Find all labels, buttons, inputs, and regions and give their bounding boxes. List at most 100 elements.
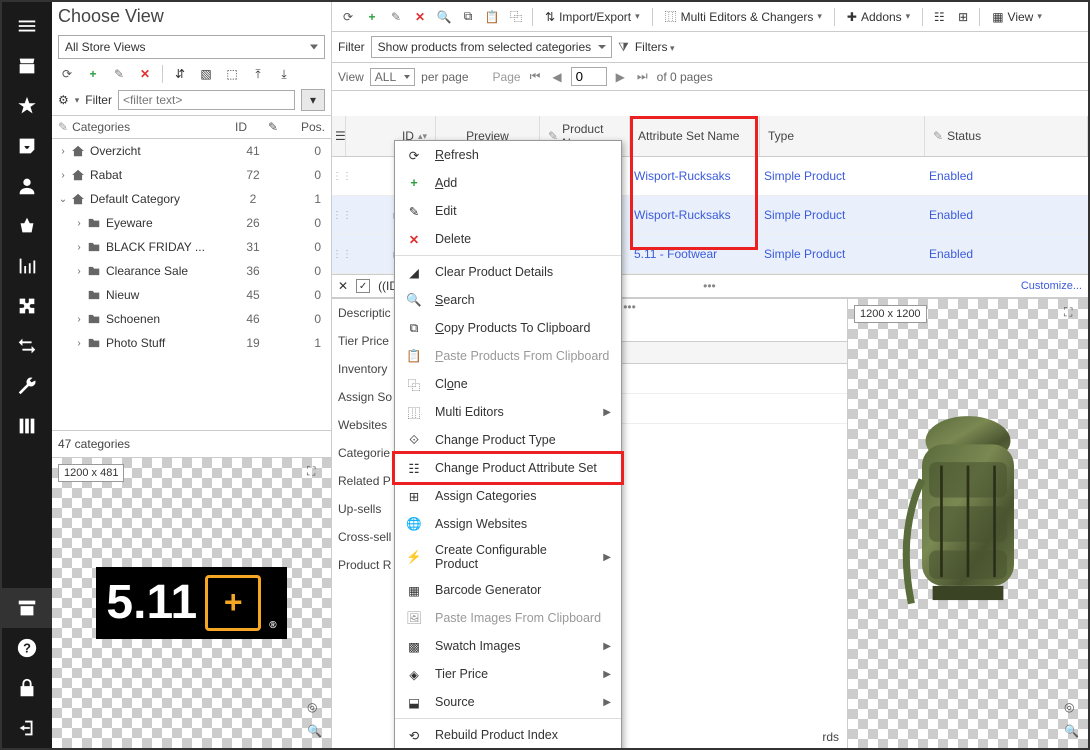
expand-icon[interactable]: ⛶ (307, 464, 325, 482)
menu-item-copy-products-to-clipboard[interactable]: ⧉Copy Products To Clipboard (395, 314, 621, 342)
caret-icon[interactable]: ▾ (75, 95, 80, 106)
select-all-column[interactable]: ☰ (332, 116, 346, 156)
next-page-icon[interactable]: ▶ (613, 70, 628, 84)
menu-item-swatch-images[interactable]: ▩Swatch Images▶ (395, 632, 621, 660)
edit-icon[interactable]: ✎ (386, 7, 406, 27)
drag-handle-icon[interactable]: ⋮⋮ (332, 210, 342, 221)
filter-input[interactable] (118, 90, 295, 110)
funnel-icon[interactable]: ⧩ (618, 40, 629, 55)
expander-icon[interactable]: › (72, 338, 86, 349)
import-export-button[interactable]: ⇅Import/Export▾ (539, 8, 646, 26)
category-row[interactable]: ›Schoenen460 (52, 307, 331, 331)
customize-link[interactable]: Customize... (1021, 280, 1082, 292)
multi-editors-button[interactable]: ⿲Multi Editors & Changers▾ (659, 6, 828, 27)
puzzle-icon[interactable] (2, 286, 52, 326)
expander-icon[interactable]: › (56, 146, 70, 157)
target-icon[interactable]: ◎ (1064, 700, 1082, 718)
view-all-select[interactable]: ALL (370, 68, 415, 86)
close-icon[interactable]: ✕ (338, 279, 348, 293)
menu-item-barcode-generator[interactable]: ▦Barcode Generator (395, 576, 621, 604)
filter-combo[interactable]: Show products from selected categories (371, 36, 612, 58)
expander-icon[interactable]: › (56, 170, 70, 181)
page-input[interactable] (571, 67, 607, 86)
menu-item-assign-websites[interactable]: 🌐Assign Websites (395, 510, 621, 538)
logout-icon[interactable] (2, 708, 52, 748)
menu-item-tier-price[interactable]: ◈Tier Price▶ (395, 660, 621, 688)
menu-item-multi-editors[interactable]: ⿲Multi Editors▶ (395, 398, 621, 426)
menu-item-clone[interactable]: ⿻Clone (395, 370, 621, 398)
status-header[interactable]: Status (947, 129, 981, 143)
category-row[interactable]: ›Rabat720 (52, 163, 331, 187)
delete-icon[interactable]: ✕ (136, 65, 154, 83)
target-icon[interactable]: ◎ (307, 700, 325, 718)
expander-icon[interactable]: ⌄ (56, 194, 70, 205)
type-header[interactable]: Type (768, 129, 794, 143)
inbox-icon[interactable] (2, 126, 52, 166)
lock-icon[interactable] (2, 668, 52, 708)
tool3-icon[interactable]: ⬚ (223, 65, 241, 83)
menu-item-create-configurable-product[interactable]: ⚡Create Configurable Product▶ (395, 538, 621, 576)
add-icon[interactable]: + (362, 7, 382, 27)
transfer-icon[interactable] (2, 326, 52, 366)
store-icon[interactable] (2, 46, 52, 86)
category-tree[interactable]: ›Overzicht410›Rabat720⌄Default Category2… (52, 139, 331, 430)
clone-icon[interactable]: ⿻ (506, 7, 526, 27)
delete-icon[interactable]: ✕ (410, 7, 430, 27)
extra2-icon[interactable]: ⊞ (953, 7, 973, 27)
first-page-icon[interactable]: ⏮ (527, 69, 544, 84)
zoom-icon[interactable]: 🔍 (307, 724, 325, 742)
prev-page-icon[interactable]: ◀ (549, 70, 564, 84)
help-icon[interactable]: ? (2, 628, 52, 668)
addons-button[interactable]: ✚Addons▾ (841, 8, 916, 26)
attr-header[interactable]: Attribute Set Name (638, 129, 739, 143)
menu-item-search[interactable]: 🔍Search (395, 286, 621, 314)
category-row[interactable]: Nieuw450 (52, 283, 331, 307)
filters-button[interactable]: Filters ▾ (635, 40, 675, 54)
category-row[interactable]: ⌄Default Category21 (52, 187, 331, 211)
menu-item-refresh[interactable]: ⟳Refresh (395, 141, 621, 169)
last-page-icon[interactable]: ⏭ (634, 69, 651, 84)
tool1-icon[interactable]: ⇵ (171, 65, 189, 83)
menu-item-source[interactable]: ⬓Source▶ (395, 688, 621, 716)
funnel-icon[interactable]: ▾ (301, 89, 325, 111)
category-row[interactable]: ›Eyeware260 (52, 211, 331, 235)
menu-item-rebuild-product-index[interactable]: ⟲Rebuild Product Index (395, 721, 621, 748)
expand-icon[interactable]: ⛶ (1064, 305, 1082, 323)
drag-handle-icon[interactable]: ⋮⋮ (332, 171, 342, 182)
menu-icon[interactable] (2, 6, 52, 46)
zoom-icon[interactable]: 🔍 (1064, 724, 1082, 742)
refresh-icon[interactable]: ⟳ (338, 7, 358, 27)
menu-item-change-product-type[interactable]: ⟐Change Product Type (395, 426, 621, 454)
add-icon[interactable]: + (84, 65, 102, 83)
paste-icon[interactable]: 📋 (482, 7, 502, 27)
user-icon[interactable] (2, 166, 52, 206)
columns-icon[interactable] (2, 406, 52, 446)
view-button[interactable]: ▦View▾ (986, 8, 1048, 26)
tool4-icon[interactable]: ⤒ (249, 65, 267, 83)
category-row[interactable]: ›Photo Stuff191 (52, 331, 331, 355)
chart-icon[interactable] (2, 246, 52, 286)
drag-handle-icon[interactable]: ⋮⋮ (332, 249, 342, 260)
refresh-icon[interactable]: ⟳ (58, 65, 76, 83)
expander-icon[interactable]: › (72, 266, 86, 277)
wrench-icon[interactable] (2, 366, 52, 406)
category-row[interactable]: ›BLACK FRIDAY ...310 (52, 235, 331, 259)
copy-icon[interactable]: ⧉ (458, 7, 478, 27)
archive-icon[interactable] (2, 588, 52, 628)
star-icon[interactable] (2, 86, 52, 126)
extra1-icon[interactable]: ☷ (929, 7, 949, 27)
menu-item-assign-categories[interactable]: ⊞Assign Categories (395, 482, 621, 510)
menu-item-add[interactable]: +Add (395, 169, 621, 197)
menu-item-change-product-attribute-set[interactable]: ☷Change Product Attribute Set (392, 451, 624, 485)
menu-item-delete[interactable]: ✕Delete (395, 225, 621, 253)
store-selector[interactable]: All Store Views (58, 35, 325, 59)
category-row[interactable]: ›Clearance Sale360 (52, 259, 331, 283)
category-row[interactable]: ›Overzicht410 (52, 139, 331, 163)
menu-item-clear-product-details[interactable]: ◢Clear Product Details (395, 258, 621, 286)
expander-icon[interactable]: › (72, 314, 86, 325)
tool5-icon[interactable]: ⤓ (275, 65, 293, 83)
search-icon[interactable]: 🔍 (434, 7, 454, 27)
expander-icon[interactable]: › (72, 242, 86, 253)
tool2-icon[interactable]: ▧ (197, 65, 215, 83)
basket-icon[interactable] (2, 206, 52, 246)
